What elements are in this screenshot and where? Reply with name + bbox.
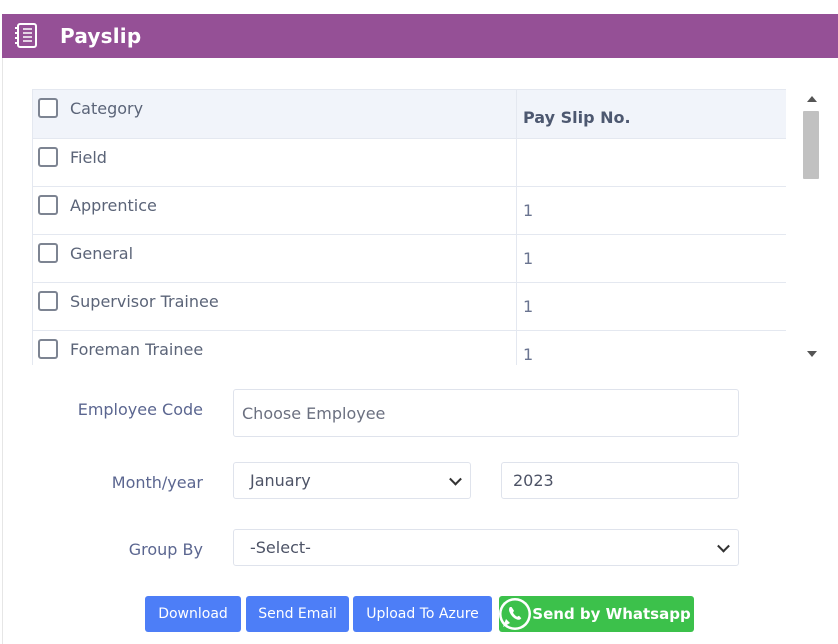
payslip-no-cell: 1 (523, 345, 534, 364)
chevron-down-icon (449, 472, 462, 486)
payslip-no-header-label: Pay Slip No. (523, 108, 631, 127)
payslip-no-cell (517, 139, 786, 153)
category-column-header: Category (32, 89, 517, 139)
document-list-icon (15, 23, 37, 48)
row-checkbox[interactable] (38, 291, 58, 311)
category-cell: Supervisor Trainee (70, 291, 219, 311)
table-header-row: Category Pay Slip No. (32, 89, 786, 139)
top-spacer (0, 0, 838, 14)
category-table: Category Pay Slip No. Field Apprentice 1… (32, 89, 786, 365)
row-checkbox[interactable] (38, 339, 58, 359)
category-cell: General (70, 243, 134, 263)
month-select[interactable]: January (233, 462, 471, 499)
page-header: Payslip (2, 14, 838, 58)
table-row: General 1 (32, 234, 786, 283)
row-checkbox[interactable] (38, 243, 58, 263)
table-row: Apprentice 1 (32, 186, 786, 235)
category-cell: Foreman Trainee (70, 339, 204, 359)
category-cell: Apprentice (70, 195, 157, 215)
scroll-down-arrow-icon[interactable] (807, 351, 817, 357)
year-value: 2023 (513, 471, 554, 490)
employee-code-label: Employee Code (77, 400, 203, 419)
month-year-label: Month/year (111, 473, 203, 492)
download-button[interactable]: Download (145, 596, 241, 632)
group-by-selected-value: -Select- (250, 538, 311, 557)
send-whatsapp-button-label: Send by Whatsapp (532, 605, 691, 623)
table-row: Foreman Trainee 1 (32, 330, 786, 365)
category-cell: Field (70, 147, 107, 167)
scrollbar-thumb[interactable] (803, 111, 819, 179)
payslip-no-cell: 1 (523, 249, 534, 268)
year-input[interactable]: 2023 (501, 462, 739, 499)
table-row: Supervisor Trainee 1 (32, 282, 786, 331)
upload-azure-button-label: Upload To Azure (366, 606, 479, 622)
send-whatsapp-button[interactable]: Send by Whatsapp (499, 596, 694, 632)
table-row: Field (32, 138, 786, 187)
category-header-label: Category (70, 98, 144, 118)
whatsapp-icon (499, 598, 531, 630)
scroll-up-arrow-icon[interactable] (807, 96, 817, 102)
month-selected-value: January (250, 471, 311, 490)
row-checkbox[interactable] (38, 195, 58, 215)
employee-code-placeholder: Choose Employee (242, 403, 386, 423)
select-all-checkbox[interactable] (38, 98, 58, 118)
send-email-button-label: Send Email (258, 606, 337, 622)
group-by-select[interactable]: -Select- (233, 529, 739, 566)
download-button-label: Download (158, 606, 228, 622)
chevron-down-icon (717, 539, 730, 553)
payslip-no-cell: 1 (523, 201, 534, 220)
payslip-no-cell: 1 (523, 297, 534, 316)
upload-azure-button[interactable]: Upload To Azure (353, 596, 492, 632)
employee-code-input[interactable]: Choose Employee (233, 389, 739, 437)
table-scrollbar[interactable] (801, 89, 822, 365)
payslip-no-column-header: Pay Slip No. (516, 89, 786, 139)
row-checkbox[interactable] (38, 147, 58, 167)
group-by-label: Group By (128, 540, 203, 559)
category-table-container: Category Pay Slip No. Field Apprentice 1… (32, 89, 786, 365)
page-title: Payslip (60, 24, 142, 48)
send-email-button[interactable]: Send Email (246, 596, 349, 632)
